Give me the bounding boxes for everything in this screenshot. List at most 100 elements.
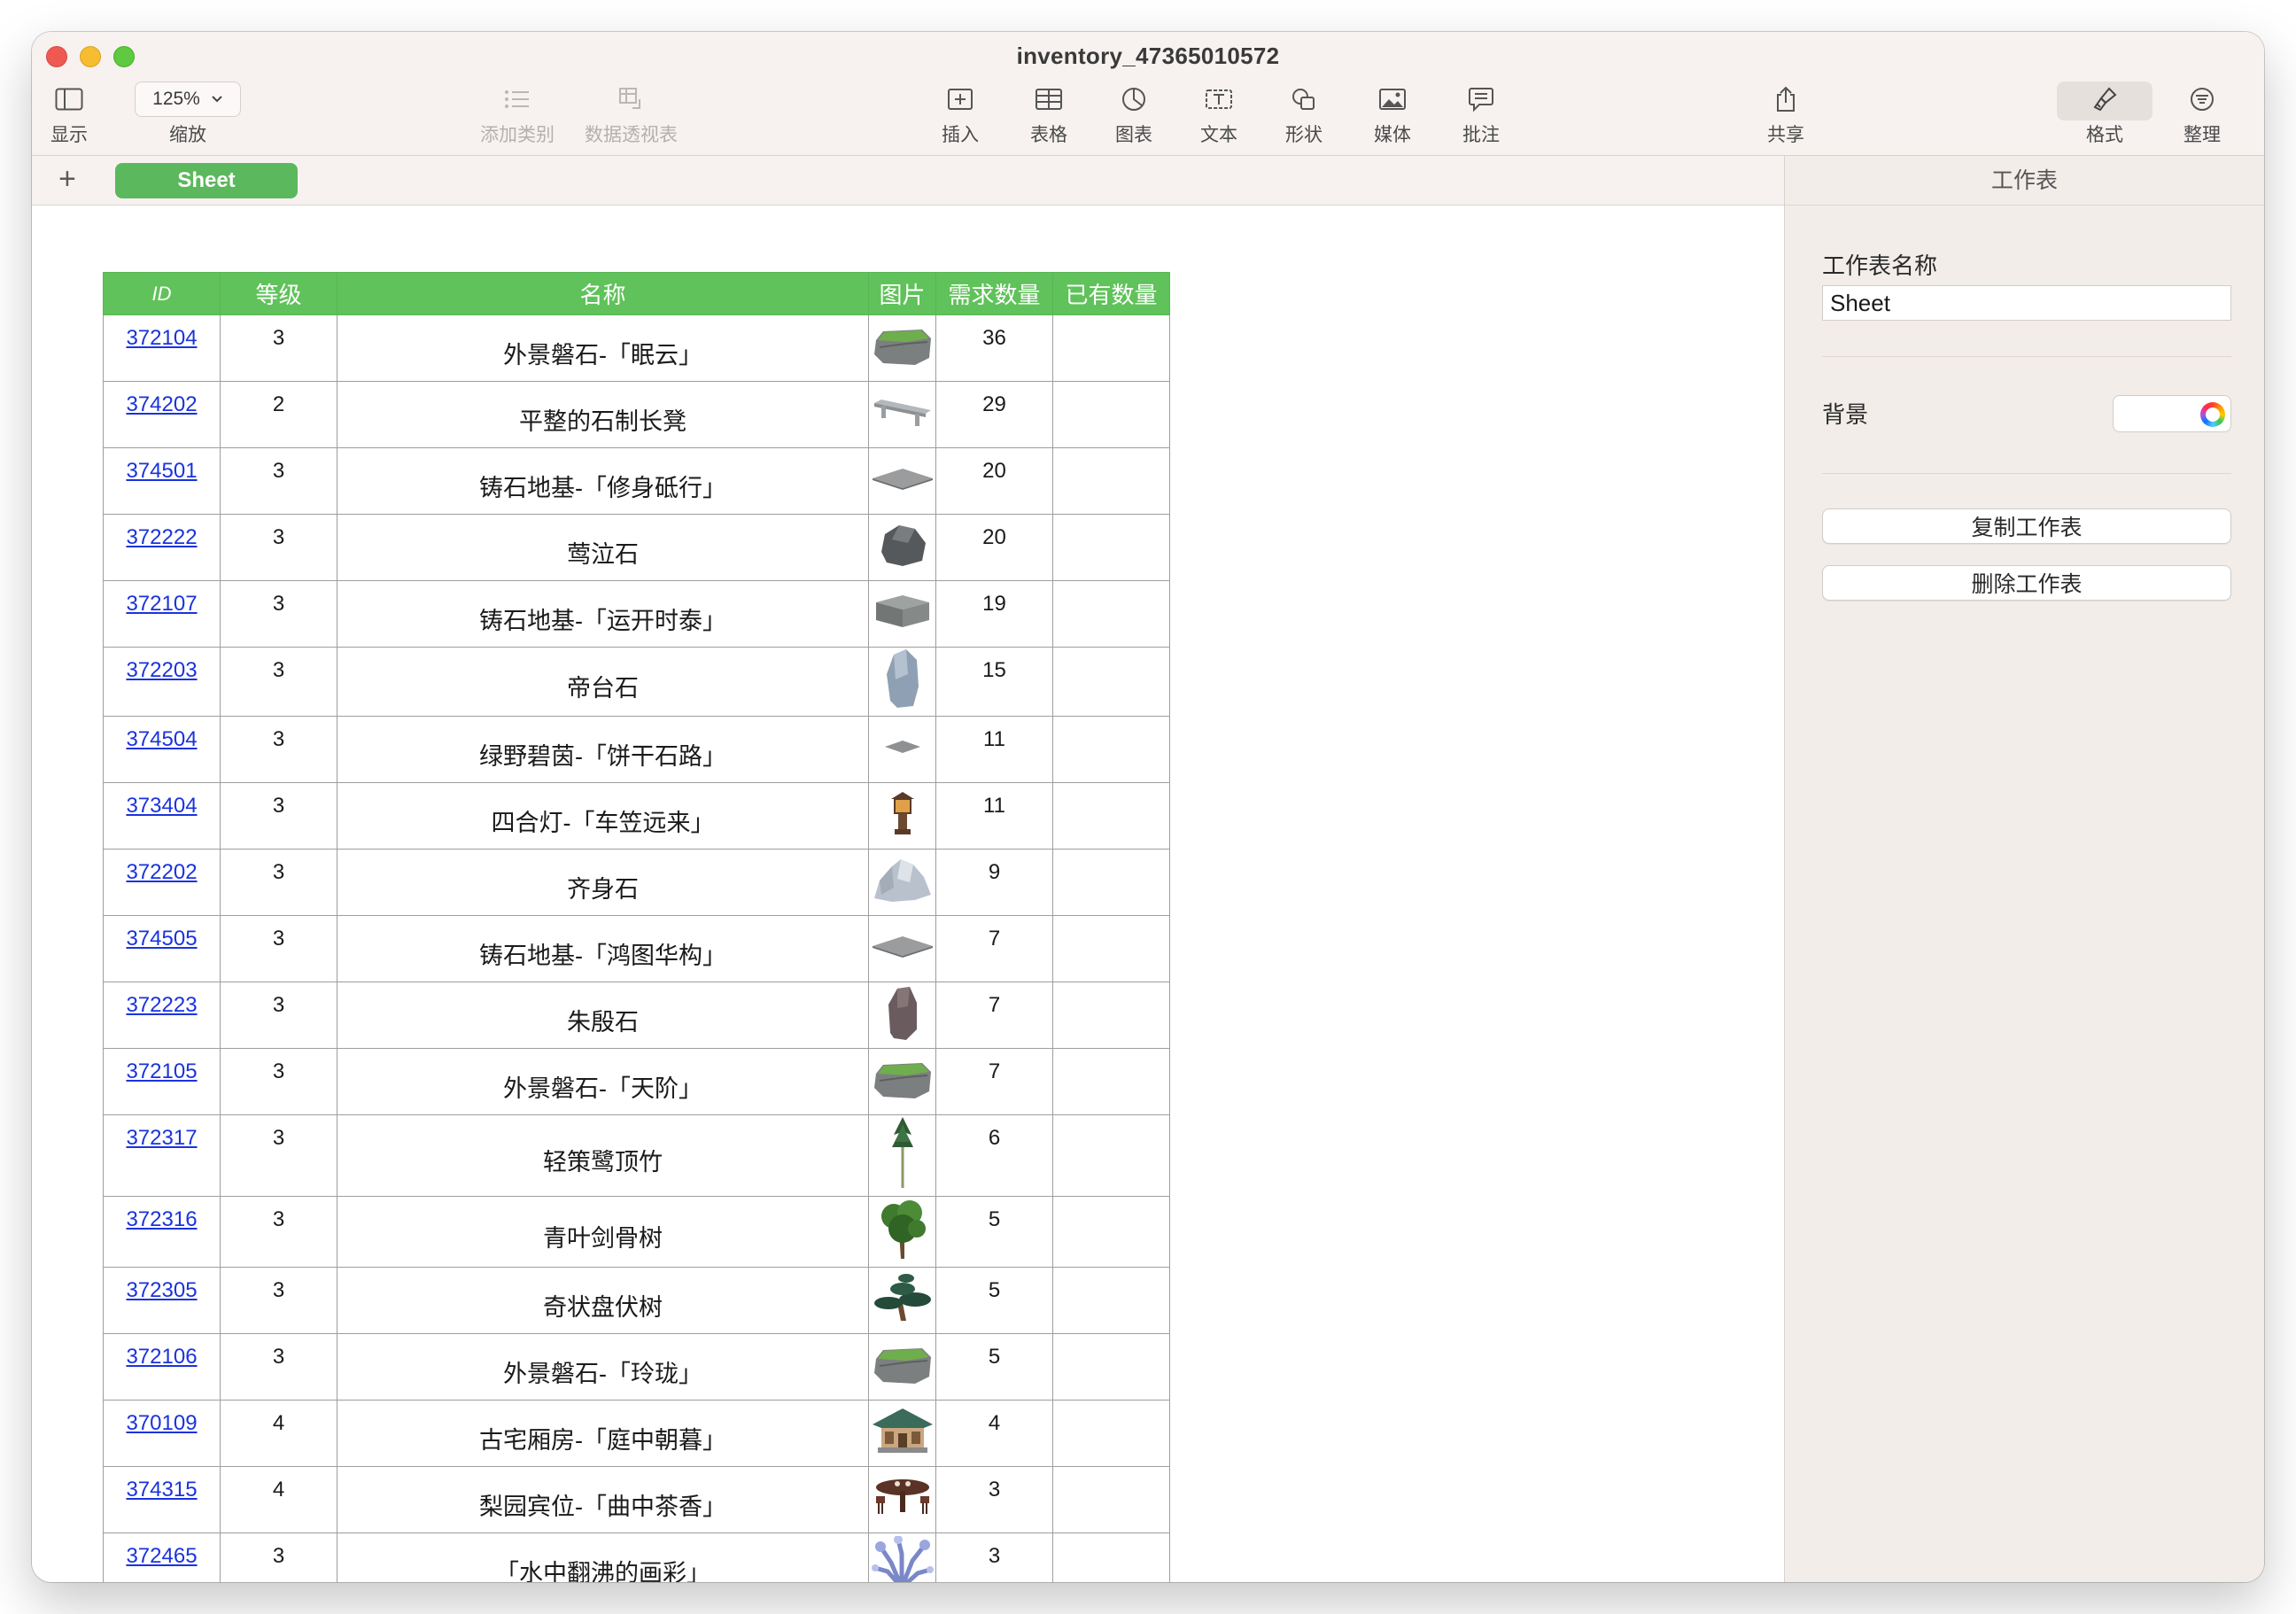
cell-demand[interactable]: 7 [935, 982, 1053, 1049]
cell-id[interactable]: 372316 [103, 1196, 221, 1268]
chart-button[interactable]: 图表 [1114, 81, 1153, 147]
cell-id[interactable]: 372104 [103, 314, 221, 382]
cell-owned[interactable] [1052, 1466, 1170, 1533]
cell-demand[interactable]: 20 [935, 514, 1053, 581]
cell-id[interactable]: 372203 [103, 647, 221, 717]
cell-level[interactable]: 3 [220, 1533, 337, 1582]
cell-name[interactable]: 朱殷石 [337, 982, 869, 1049]
cell-owned[interactable] [1052, 1196, 1170, 1268]
cell-picture[interactable] [868, 447, 936, 515]
cell-picture[interactable] [868, 1196, 936, 1268]
header-picture[interactable]: 图片 [868, 272, 936, 315]
cell-picture[interactable] [868, 982, 936, 1049]
cell-demand[interactable]: 20 [935, 447, 1053, 515]
item-id-link[interactable]: 374202 [126, 392, 197, 416]
cell-level[interactable]: 3 [220, 915, 337, 982]
color-wheel-icon[interactable] [2200, 402, 2225, 427]
text-button[interactable]: 文本 [1199, 81, 1238, 147]
cell-name[interactable]: 铸石地基-「运开时泰」 [337, 580, 869, 648]
cell-owned[interactable] [1052, 1400, 1170, 1467]
organize-button[interactable]: 整理 [2183, 81, 2222, 147]
cell-demand[interactable]: 5 [935, 1333, 1053, 1401]
pivot-table-button[interactable]: 数据透视表 [585, 81, 678, 147]
cell-picture[interactable] [868, 915, 936, 982]
share-button[interactable]: 共享 [1766, 81, 1805, 147]
sheet-name-input[interactable] [1822, 285, 2231, 321]
cell-owned[interactable] [1052, 1533, 1170, 1582]
cell-demand[interactable]: 11 [935, 782, 1053, 850]
cell-name[interactable]: 绿野碧茵-「饼干石路」 [337, 716, 869, 783]
add-sheet-button[interactable]: + [58, 163, 76, 195]
cell-id[interactable]: 374504 [103, 716, 221, 783]
cell-picture[interactable] [868, 716, 936, 783]
cell-demand[interactable]: 7 [935, 915, 1053, 982]
cell-name[interactable]: 青叶剑骨树 [337, 1196, 869, 1268]
zoom-select[interactable]: 125% [135, 81, 241, 117]
cell-name[interactable]: 奇状盘伏树 [337, 1267, 869, 1334]
item-id-link[interactable]: 372465 [126, 1544, 197, 1568]
header-demand[interactable]: 需求数量 [935, 272, 1053, 315]
cell-name[interactable]: 四合灯-「车笠远来」 [337, 782, 869, 850]
cell-picture[interactable] [868, 1114, 936, 1197]
cell-id[interactable]: 372305 [103, 1267, 221, 1334]
cell-id[interactable]: 372106 [103, 1333, 221, 1401]
cell-level[interactable]: 3 [220, 1114, 337, 1197]
cell-picture[interactable] [868, 1267, 936, 1334]
cell-level[interactable]: 3 [220, 982, 337, 1049]
cell-demand[interactable]: 9 [935, 849, 1053, 916]
background-color-well[interactable] [2113, 395, 2231, 432]
cell-demand[interactable]: 29 [935, 381, 1053, 448]
cell-picture[interactable] [868, 1466, 936, 1533]
cell-level[interactable]: 3 [220, 716, 337, 783]
cell-picture[interactable] [868, 1400, 936, 1467]
item-id-link[interactable]: 372223 [126, 993, 197, 1017]
cell-name[interactable]: 帝台石 [337, 647, 869, 717]
header-owned[interactable]: 已有数量 [1052, 272, 1170, 315]
shape-button[interactable]: 形状 [1284, 81, 1323, 147]
cell-id[interactable]: 374505 [103, 915, 221, 982]
header-level[interactable]: 等级 [220, 272, 337, 315]
cell-picture[interactable] [868, 314, 936, 382]
cell-id[interactable]: 372107 [103, 580, 221, 648]
cell-owned[interactable] [1052, 915, 1170, 982]
cell-id[interactable]: 372223 [103, 982, 221, 1049]
cell-demand[interactable]: 6 [935, 1114, 1053, 1197]
cell-owned[interactable] [1052, 514, 1170, 581]
item-id-link[interactable]: 374315 [126, 1478, 197, 1501]
cell-level[interactable]: 3 [220, 782, 337, 850]
cell-id[interactable]: 372105 [103, 1048, 221, 1115]
item-id-link[interactable]: 374501 [126, 459, 197, 483]
cell-picture[interactable] [868, 782, 936, 850]
cell-demand[interactable]: 11 [935, 716, 1053, 783]
cell-name[interactable]: 梨园宾位-「曲中茶香」 [337, 1466, 869, 1533]
cell-level[interactable]: 3 [220, 1333, 337, 1401]
cell-demand[interactable]: 36 [935, 314, 1053, 382]
cell-level[interactable]: 3 [220, 580, 337, 648]
cell-level[interactable]: 3 [220, 314, 337, 382]
cell-level[interactable]: 3 [220, 1048, 337, 1115]
item-id-link[interactable]: 372305 [126, 1278, 197, 1302]
item-id-link[interactable]: 374505 [126, 927, 197, 951]
sheet-tab[interactable]: Sheet [115, 163, 298, 198]
cell-demand[interactable]: 15 [935, 647, 1053, 717]
item-id-link[interactable]: 372107 [126, 592, 197, 616]
cell-name[interactable]: 平整的石制长凳 [337, 381, 869, 448]
cell-picture[interactable] [868, 1048, 936, 1115]
item-id-link[interactable]: 372202 [126, 860, 197, 884]
item-id-link[interactable]: 372104 [126, 326, 197, 350]
cell-owned[interactable] [1052, 1267, 1170, 1334]
cell-owned[interactable] [1052, 782, 1170, 850]
comment-button[interactable]: 批注 [1462, 81, 1501, 147]
cell-id[interactable]: 372317 [103, 1114, 221, 1197]
cell-name[interactable]: 外景磐石-「眠云」 [337, 314, 869, 382]
cell-picture[interactable] [868, 1333, 936, 1401]
cell-owned[interactable] [1052, 1333, 1170, 1401]
cell-level[interactable]: 4 [220, 1466, 337, 1533]
cell-demand[interactable]: 5 [935, 1267, 1053, 1334]
cell-demand[interactable]: 5 [935, 1196, 1053, 1268]
header-name[interactable]: 名称 [337, 272, 869, 315]
cell-id[interactable]: 372202 [103, 849, 221, 916]
cell-owned[interactable] [1052, 982, 1170, 1049]
item-id-link[interactable]: 370109 [126, 1411, 197, 1435]
cell-id[interactable]: 373404 [103, 782, 221, 850]
